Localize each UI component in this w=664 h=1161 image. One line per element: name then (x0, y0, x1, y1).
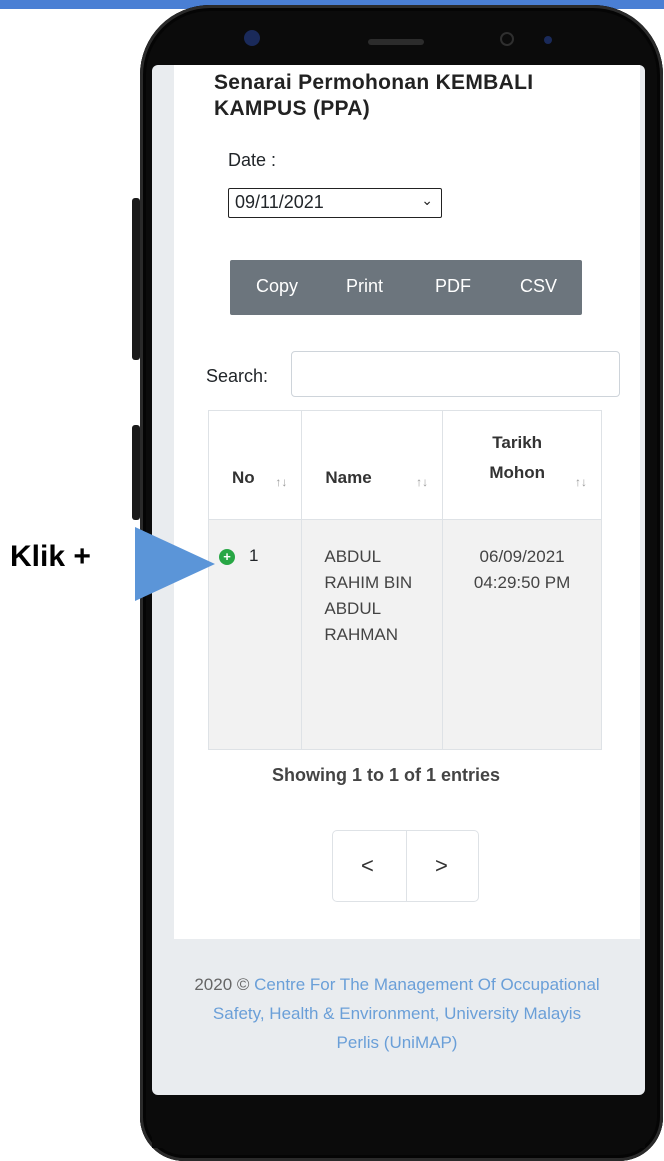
date-select[interactable]: 09/11/2021 ⌄ (228, 188, 442, 218)
print-button[interactable]: Print (346, 276, 383, 297)
footer-copyright: 2020 © (194, 975, 250, 994)
pdf-button[interactable]: PDF (435, 276, 471, 297)
chevron-down-icon: ⌄ (421, 192, 433, 208)
sort-icon: ↑↓ (416, 475, 429, 489)
phone-side-button (132, 425, 140, 520)
footer: 2020 © Centre For The Management Of Occu… (192, 970, 602, 1057)
csv-button[interactable]: CSV (520, 276, 557, 297)
cell-no: +1 (207, 519, 303, 750)
next-page-button[interactable]: > (435, 853, 448, 879)
export-button-group: Copy Print PDF CSV (230, 260, 582, 315)
footer-link[interactable]: Centre For The Management Of Occupationa… (213, 975, 600, 1052)
column-header-name[interactable]: Name ↑↓ (301, 410, 444, 520)
cell-name: ABDUL RAHIM BIN ABDUL RAHMAN (301, 519, 444, 750)
table-row: +1 ABDUL RAHIM BIN ABDUL RAHMAN 06/09/20… (207, 519, 602, 750)
expand-plus-icon[interactable]: + (219, 548, 235, 565)
applications-table: No ↑↓ Name ↑↓ Tarikh Mohon ↑↓ +1 ABDUL R… (207, 410, 602, 750)
sort-icon: ↑↓ (275, 475, 288, 489)
copy-button[interactable]: Copy (256, 276, 298, 297)
date-select-value: 09/11/2021 (235, 192, 324, 212)
column-header-no[interactable]: No ↑↓ (207, 410, 303, 520)
phone-side-button (132, 198, 140, 360)
column-header-tarikh-mohon[interactable]: Tarikh Mohon ↑↓ (442, 410, 602, 520)
sensor-icon (500, 32, 514, 46)
annotation-label: Klik + (10, 540, 91, 573)
cell-tarikh-mohon: 06/09/2021 04:29:50 PM (442, 519, 602, 750)
previous-page-button[interactable]: < (361, 853, 374, 879)
table-header-row: No ↑↓ Name ↑↓ Tarikh Mohon ↑↓ (207, 410, 602, 520)
date-label: Date : (228, 150, 277, 170)
pagination-info: Showing 1 to 1 of 1 entries (272, 765, 501, 785)
pagination: < > (332, 830, 479, 902)
pager-divider (406, 831, 407, 901)
search-input[interactable] (291, 351, 620, 397)
camera-icon (244, 30, 260, 46)
phone-chin (152, 1098, 645, 1148)
sensor-dot-icon (544, 36, 552, 44)
page-title: Senarai Permohonan KEMBALI KAMPUS (PPA) (214, 71, 534, 120)
sort-icon: ↑↓ (575, 475, 587, 489)
speaker-grille (368, 39, 424, 45)
search-label: Search: (206, 366, 269, 386)
